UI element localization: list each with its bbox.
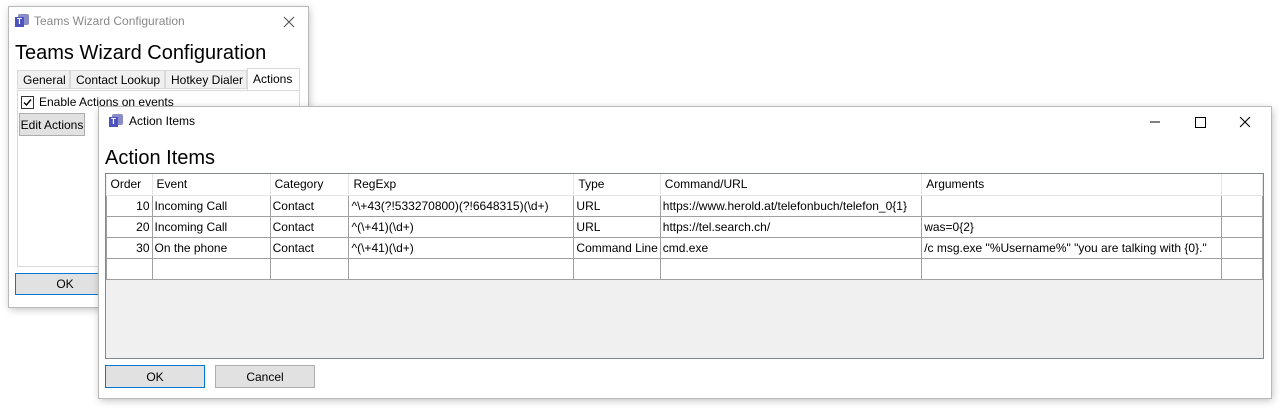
tab-actions[interactable]: Actions (247, 68, 300, 91)
cell-category[interactable]: Contact (269, 215, 350, 238)
cell-arguments[interactable] (921, 194, 1222, 217)
close-icon[interactable] (271, 7, 307, 37)
teams-app-icon: T (109, 114, 123, 128)
tab-hotkey-dialer[interactable]: Hotkey Dialer (165, 70, 247, 89)
table-row[interactable]: 30 On the phone Contact ^(\+41)(\d+) Com… (106, 236, 1263, 259)
title-bar[interactable]: T Action Items (99, 107, 1271, 137)
title-bar[interactable]: T Teams Wizard Configuration (9, 7, 308, 37)
maximize-icon[interactable] (1180, 107, 1220, 137)
window-title: Action Items (129, 114, 196, 128)
cell-category[interactable] (269, 257, 350, 280)
teams-app-icon: T (15, 14, 29, 28)
cell-command-url[interactable]: https://tel.search.ch/ (659, 215, 923, 238)
cell-type[interactable]: Command Line (573, 236, 661, 259)
column-header-command-url[interactable]: Command/URL (660, 174, 923, 196)
cell-type[interactable]: URL (573, 194, 661, 217)
cell-event[interactable]: Incoming Call (151, 194, 271, 217)
table-row[interactable]: 10 Incoming Call Contact ^\+43(?!5332708… (106, 194, 1263, 217)
cell-category[interactable]: Contact (269, 236, 350, 259)
new-item-row[interactable] (106, 257, 1263, 280)
tab-contact-lookup[interactable]: Contact Lookup (70, 70, 165, 89)
column-header-order[interactable]: Order (106, 174, 153, 196)
cell-arguments[interactable]: was=0{2} (921, 215, 1222, 238)
enable-actions-checkbox[interactable] (21, 95, 34, 109)
cell-command-url[interactable]: https://www.herold.at/telefonbuch/telefo… (659, 194, 923, 217)
cell-event[interactable] (151, 257, 271, 280)
cell-filler (1220, 194, 1263, 217)
cell-regexp[interactable]: ^(\+41)(\d+) (348, 215, 575, 238)
cell-regexp[interactable] (348, 257, 575, 280)
action-items-table: Order Event Category RegExp Type Command… (106, 174, 1263, 280)
column-header-regexp[interactable]: RegExp (348, 174, 575, 196)
cell-order[interactable] (106, 257, 153, 280)
cell-type[interactable]: URL (573, 215, 661, 238)
cell-command-url[interactable]: cmd.exe (659, 236, 923, 259)
cell-type[interactable] (573, 257, 661, 280)
column-header-category[interactable]: Category (270, 174, 350, 196)
ok-button[interactable]: OK (105, 365, 205, 388)
cell-order[interactable]: 10 (106, 194, 153, 217)
column-header-arguments[interactable]: Arguments (921, 174, 1222, 196)
cell-order[interactable]: 20 (106, 215, 153, 238)
cell-category[interactable]: Contact (269, 194, 350, 217)
action-items-grid[interactable]: Order Event Category RegExp Type Command… (105, 173, 1264, 359)
action-items-window: T Action Items Action Items Order Event … (99, 107, 1271, 398)
cell-command-url[interactable] (659, 257, 923, 280)
column-header-filler (1221, 174, 1263, 196)
cancel-button[interactable]: Cancel (215, 365, 315, 388)
table-row[interactable]: 20 Incoming Call Contact ^(\+41)(\d+) UR… (106, 215, 1263, 238)
cell-filler (1220, 236, 1263, 259)
tab-general[interactable]: General (17, 70, 70, 89)
cell-filler (1220, 215, 1263, 238)
close-icon[interactable] (1225, 107, 1265, 137)
page-title: Teams Wizard Configuration (15, 42, 267, 64)
column-header-type[interactable]: Type (573, 174, 661, 196)
cell-event[interactable]: On the phone (151, 236, 271, 259)
cell-arguments[interactable]: /c msg.exe "%Username%" "you are talking… (921, 236, 1222, 259)
window-title: Teams Wizard Configuration (34, 14, 185, 28)
cell-event[interactable]: Incoming Call (151, 215, 271, 238)
edit-actions-button[interactable]: Edit Actions (19, 113, 85, 136)
page-title: Action Items (105, 147, 216, 169)
header-row: Order Event Category RegExp Type Command… (106, 174, 1263, 196)
minimize-icon[interactable] (1135, 107, 1175, 137)
column-header-event[interactable]: Event (152, 174, 271, 196)
cell-arguments[interactable] (921, 257, 1222, 280)
cell-regexp[interactable]: ^\+43(?!533270800)(?!6648315)(\d+) (348, 194, 575, 217)
cell-regexp[interactable]: ^(\+41)(\d+) (348, 236, 575, 259)
cell-filler (1220, 257, 1263, 280)
cell-order[interactable]: 30 (106, 236, 153, 259)
